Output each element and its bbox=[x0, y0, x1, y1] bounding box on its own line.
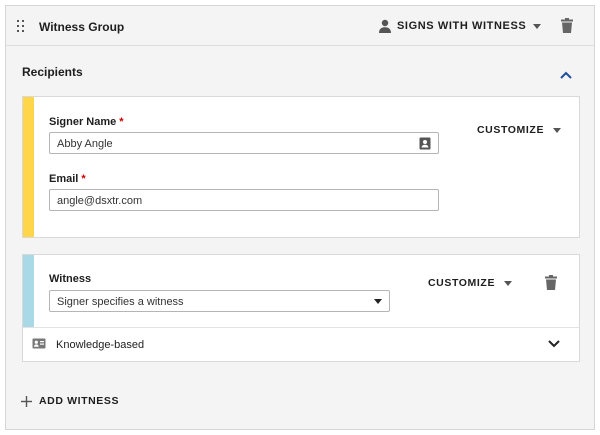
witness-accent-bar bbox=[23, 255, 34, 327]
drag-handle-icon[interactable] bbox=[17, 20, 25, 32]
witness-card: Witness Signer specifies a witness CUSTO… bbox=[22, 254, 580, 362]
chevron-up-icon bbox=[560, 71, 572, 79]
recipients-title: Recipients bbox=[22, 65, 83, 79]
witness-select-value: Signer specifies a witness bbox=[57, 296, 184, 308]
signer-card: Signer Name * Abby Angle Email * angle@dsx… bbox=[22, 96, 580, 238]
caret-down-icon bbox=[504, 280, 513, 286]
contact-card-icon[interactable] bbox=[419, 137, 431, 150]
trash-icon bbox=[561, 18, 573, 33]
required-marker: * bbox=[81, 173, 86, 185]
caret-down-icon bbox=[533, 23, 542, 29]
collapse-recipients-button[interactable] bbox=[560, 68, 572, 82]
signer-accent-bar bbox=[23, 97, 34, 237]
required-marker: * bbox=[119, 116, 124, 128]
witness-customize-dropdown[interactable]: CUSTOMIZE bbox=[428, 277, 513, 289]
witness-select[interactable]: Signer specifies a witness bbox=[49, 290, 390, 312]
add-witness-label: ADD WITNESS bbox=[39, 395, 120, 407]
customize-label: CUSTOMIZE bbox=[477, 124, 545, 136]
delete-witness-button[interactable] bbox=[545, 275, 557, 293]
signer-name-input[interactable]: Abby Angle bbox=[49, 132, 439, 154]
caret-down-icon bbox=[374, 299, 382, 304]
group-header: Witness Group SIGNS WITH WITNESS bbox=[6, 6, 594, 46]
authentication-row[interactable]: Knowledge-based bbox=[23, 328, 579, 362]
customize-label: CUSTOMIZE bbox=[428, 277, 496, 289]
signs-with-witness-label: SIGNS WITH WITNESS bbox=[397, 20, 527, 32]
email-input[interactable]: angle@dsxtr.com bbox=[49, 189, 439, 211]
signer-name-value: Abby Angle bbox=[57, 138, 113, 150]
person-icon bbox=[379, 19, 391, 33]
chevron-down-icon[interactable] bbox=[548, 340, 560, 348]
authentication-label: Knowledge-based bbox=[56, 339, 145, 351]
email-label: Email * bbox=[49, 173, 86, 185]
plus-icon bbox=[21, 395, 32, 407]
group-title: Witness Group bbox=[39, 20, 125, 34]
id-card-icon bbox=[32, 338, 46, 349]
signer-name-label: Signer Name * bbox=[49, 116, 124, 128]
add-witness-button[interactable]: ADD WITNESS bbox=[21, 395, 119, 407]
email-value: angle@dsxtr.com bbox=[57, 195, 143, 207]
signs-with-witness-dropdown[interactable]: SIGNS WITH WITNESS bbox=[378, 17, 542, 35]
witness-label: Witness bbox=[49, 273, 92, 285]
witness-group-panel: Witness Group SIGNS WITH WITNESS Recipie… bbox=[5, 5, 595, 430]
signer-customize-dropdown[interactable]: CUSTOMIZE bbox=[477, 124, 562, 136]
delete-group-button[interactable] bbox=[561, 18, 573, 36]
trash-icon bbox=[545, 275, 557, 290]
caret-down-icon bbox=[553, 127, 562, 133]
